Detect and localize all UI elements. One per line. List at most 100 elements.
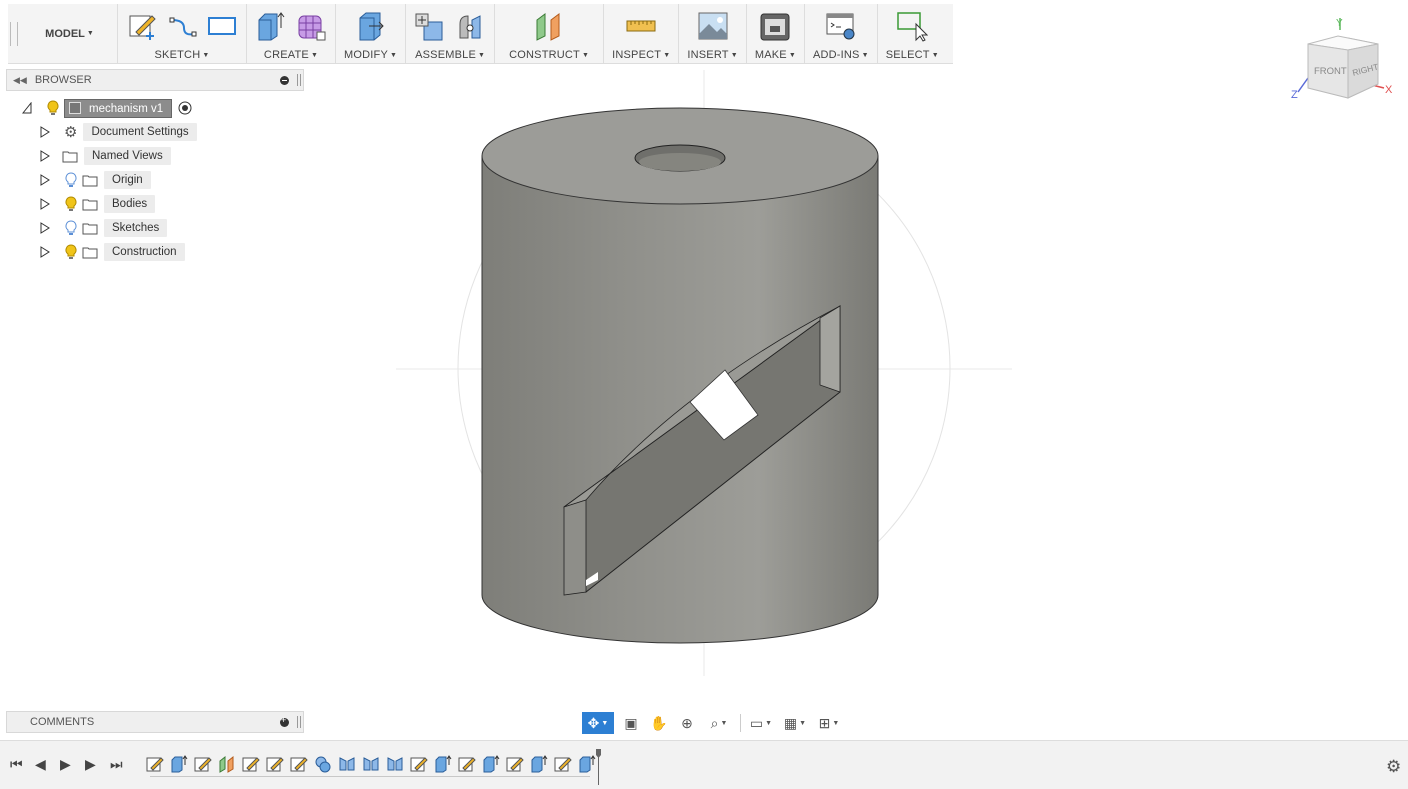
timeline: ⏮ ◀︎ ▶︎ ▶︎ ⏭ ⚙ [0, 740, 1408, 789]
grid-icon: ▦ [783, 714, 798, 731]
tree-root[interactable]: mechanism v1 [22, 97, 192, 119]
orbit-icon: ✥ [587, 714, 600, 731]
collapse-panel-icon[interactable]: ◀◀ [13, 75, 27, 86]
new-component-icon[interactable] [414, 10, 446, 42]
3d-print-icon[interactable] [759, 10, 791, 42]
activate-radio-icon[interactable] [178, 101, 192, 115]
rectangle-icon[interactable] [206, 10, 238, 42]
toolbar-group-assemble[interactable]: ASSEMBLE ▼ [406, 4, 496, 63]
line-icon[interactable] [166, 10, 198, 42]
expand-triangle-icon[interactable] [40, 198, 50, 210]
timeline-sketch-icon[interactable] [458, 755, 476, 773]
timeline-sketch-icon[interactable] [266, 755, 284, 773]
toolbar: MODEL ▼ SKETCH ▼ CREATE ▼ MODIFY ▼ ASSEM… [8, 4, 953, 64]
model-viewport[interactable] [380, 60, 1020, 680]
visibility-bulb-off-icon[interactable] [64, 220, 78, 236]
timeline-sketch-icon[interactable] [554, 755, 572, 773]
tree-item-sketches[interactable]: Sketches [40, 217, 168, 239]
orbit-button[interactable]: ✥ ▼ [582, 712, 614, 734]
step-back-icon[interactable]: ◀︎ [35, 756, 46, 773]
timeline-playhead[interactable] [596, 749, 601, 785]
workspace-switcher[interactable]: MODEL ▼ [22, 4, 118, 63]
display-settings-button[interactable]: ▭ ▼ [747, 712, 775, 734]
offset-plane-icon[interactable] [533, 10, 565, 42]
expanded-triangle-icon[interactable] [22, 102, 32, 114]
folder-icon [82, 247, 98, 258]
expand-triangle-icon[interactable] [40, 126, 50, 138]
go-to-end-icon[interactable]: ⏭ [110, 756, 123, 773]
joint-icon[interactable] [454, 10, 486, 42]
play-icon[interactable]: ▶︎ [60, 756, 71, 773]
tree-item-origin[interactable]: Origin [40, 169, 151, 191]
tree-item-construction[interactable]: Construction [40, 241, 185, 263]
visibility-bulb-icon[interactable] [46, 100, 60, 116]
toolbar-group-select[interactable]: SELECT ▼ [878, 4, 947, 63]
panel-grip-icon[interactable] [297, 74, 301, 86]
visibility-bulb-off-icon[interactable] [64, 172, 78, 188]
timeline-extrude-icon[interactable] [170, 755, 188, 773]
look-at-button[interactable]: ▣ [620, 712, 642, 734]
viewports-button[interactable]: ⊞ ▼ [815, 712, 843, 734]
insert-image-icon[interactable] [697, 10, 729, 42]
timeline-sweep-icon[interactable] [314, 755, 332, 773]
pan-button[interactable]: ✋ [648, 712, 670, 734]
toolbar-group-modify[interactable]: MODIFY ▼ [336, 4, 407, 63]
chevron-down-icon: ▼ [581, 52, 590, 59]
timeline-sketch-icon[interactable] [146, 755, 164, 773]
toolbar-group-insert[interactable]: INSERT ▼ [679, 4, 747, 63]
chevron-down-icon: ▼ [788, 52, 796, 59]
timeline-mirror-icon[interactable] [386, 755, 404, 773]
toolbar-group-add-ins[interactable]: ADD-INS ▼ [805, 4, 878, 63]
tree-item-named-views[interactable]: Named Views [40, 145, 171, 167]
document-root-label[interactable]: mechanism v1 [64, 98, 173, 118]
toolbar-group-construct[interactable]: CONSTRUCT ▼ [495, 4, 605, 63]
timeline-extrude-icon[interactable] [578, 755, 596, 773]
timeline-plane-icon[interactable] [218, 755, 236, 773]
timeline-settings-gear-icon[interactable]: ⚙ [1386, 757, 1401, 777]
expand-triangle-icon[interactable] [40, 150, 50, 162]
timeline-sketch-icon[interactable] [506, 755, 524, 773]
view-cube[interactable]: FRONT RIGHT Y X Z [1290, 14, 1402, 106]
timeline-mirror-icon[interactable] [362, 755, 380, 773]
tree-item-label: Sketches [104, 219, 168, 237]
toolbar-group-sketch[interactable]: SKETCH ▼ [118, 4, 247, 63]
expand-triangle-icon[interactable] [40, 222, 50, 234]
timeline-sketch-icon[interactable] [290, 755, 308, 773]
toolbar-group-label: SKETCH [154, 49, 201, 61]
extrude-icon[interactable] [255, 10, 287, 42]
collapse-browser-button[interactable] [280, 75, 289, 85]
select-icon[interactable] [896, 10, 929, 42]
expand-triangle-icon[interactable] [40, 246, 50, 258]
step-forward-icon[interactable]: ▶︎ [85, 756, 96, 773]
visibility-bulb-icon[interactable] [64, 196, 78, 212]
tree-item-bodies[interactable]: Bodies [40, 193, 156, 215]
timeline-sketch-icon[interactable] [194, 755, 212, 773]
toolbar-group-inspect[interactable]: INSPECT ▼ [604, 4, 680, 63]
scripts-addins-icon[interactable] [825, 10, 857, 42]
zoom-button[interactable]: ⊕ [676, 712, 698, 734]
timeline-extrude-icon[interactable] [482, 755, 500, 773]
form-icon[interactable] [295, 10, 327, 42]
toolbar-group-create[interactable]: CREATE ▼ [247, 4, 336, 63]
toolbar-group-make[interactable]: MAKE ▼ [747, 4, 805, 63]
panel-grip-icon[interactable] [297, 716, 301, 728]
create-sketch-icon[interactable] [126, 10, 158, 42]
timeline-mirror-icon[interactable] [338, 755, 356, 773]
measure-icon[interactable] [625, 10, 657, 42]
timeline-extrude-icon[interactable] [434, 755, 452, 773]
visibility-bulb-icon[interactable] [64, 244, 78, 260]
look-at-icon: ▣ [624, 714, 638, 731]
tree-item-label: Document Settings [83, 123, 197, 141]
fit-button[interactable]: ⌕ ▼ [704, 712, 734, 734]
toolbar-grip[interactable] [10, 22, 18, 46]
workspace-label: MODEL [45, 27, 85, 40]
press-pull-icon[interactable] [355, 10, 387, 42]
go-to-start-icon[interactable]: ⏮ [10, 756, 23, 773]
expand-triangle-icon[interactable] [40, 174, 50, 186]
tree-item-document-settings[interactable]: ⚙ Document Settings [40, 121, 197, 143]
timeline-extrude-icon[interactable] [530, 755, 548, 773]
add-comment-button[interactable] [280, 715, 289, 727]
timeline-sketch-icon[interactable] [242, 755, 260, 773]
timeline-sketch-icon[interactable] [410, 755, 428, 773]
grid-settings-button[interactable]: ▦ ▼ [781, 712, 809, 734]
